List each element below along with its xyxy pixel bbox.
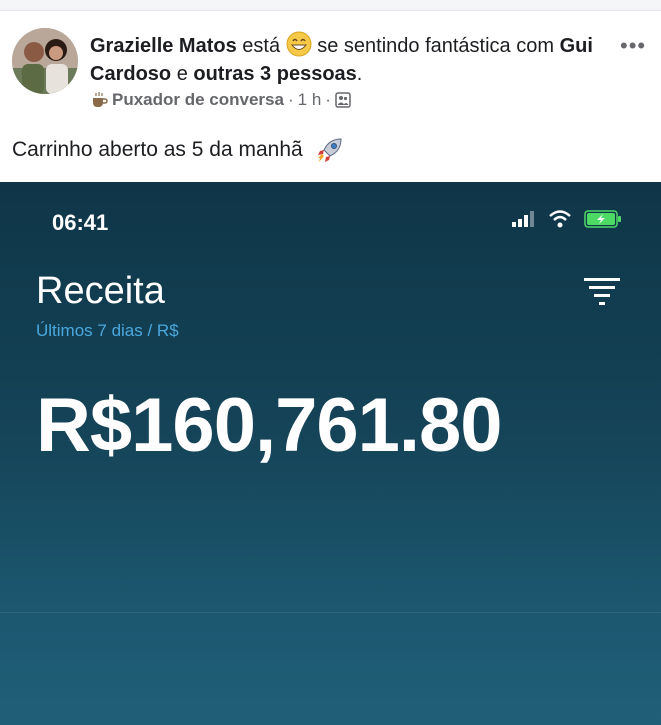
others-link[interactable]: outras 3 pessoas [193, 63, 356, 85]
post-text: Carrinho aberto as 5 da manhã [12, 138, 303, 161]
author-name[interactable]: Grazielle Matos [90, 35, 237, 57]
badge-text: Puxador de conversa [112, 90, 284, 109]
and-text: e [176, 63, 188, 85]
wifi-icon [549, 210, 571, 228]
period-text: . [356, 63, 363, 85]
post-time[interactable]: 1 h [298, 90, 322, 110]
status-icons [512, 210, 622, 228]
filter-icon[interactable] [584, 276, 620, 306]
friends-audience-icon[interactable] [335, 92, 351, 108]
battery-charging-icon [584, 210, 621, 228]
post-meta: Puxador de conversa · 1 h · [90, 90, 351, 110]
separator-dot: · [287, 90, 294, 109]
coffee-cup-icon [93, 92, 108, 107]
app-screenshot: 06:41 Receita Últimos 7 dias / R$ R$160,… [0, 182, 661, 725]
profile-photo-icon [12, 28, 78, 94]
verb-text: está [242, 35, 281, 57]
previous-post-edge [0, 0, 661, 11]
post-header: Grazielle Matos está se sentindo fantást… [90, 31, 610, 88]
rocket-icon [317, 138, 342, 162]
post-body: Carrinho aberto as 5 da manhã [12, 135, 345, 165]
separator-dot: · [325, 90, 331, 109]
more-options-icon[interactable]: ••• [620, 33, 646, 59]
revenue-amount: R$160,761.80 [36, 383, 503, 468]
period-subtitle[interactable]: Últimos 7 dias / R$ [36, 321, 179, 341]
grinning-face-icon [286, 31, 312, 57]
signal-icon [512, 211, 534, 227]
feeling-text: se sentindo fantástica [317, 35, 511, 57]
status-time: 06:41 [52, 210, 109, 235]
with-text: com [516, 35, 555, 57]
divider [0, 612, 661, 613]
page-title: Receita [36, 270, 165, 312]
avatar[interactable] [12, 28, 78, 94]
